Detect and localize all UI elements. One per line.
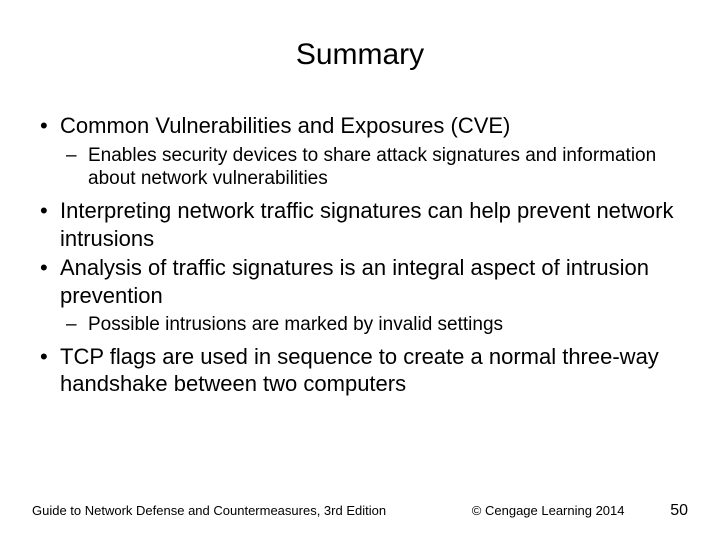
slide-title: Summary (0, 0, 720, 92)
bullet-text: Common Vulnerabilities and Exposures (CV… (60, 113, 510, 138)
slide: Summary Common Vulnerabilities and Expos… (0, 0, 720, 540)
list-item: Interpreting network traffic signatures … (32, 197, 688, 252)
page-number: 50 (670, 502, 688, 520)
list-item: Possible intrusions are marked by invali… (60, 313, 688, 337)
bullet-text: TCP flags are used in sequence to create… (60, 344, 659, 397)
list-item: Enables security devices to share attack… (60, 144, 688, 192)
slide-content: Common Vulnerabilities and Exposures (CV… (0, 92, 720, 398)
bullet-text: Interpreting network traffic signatures … (60, 198, 673, 251)
slide-footer: Guide to Network Defense and Countermeas… (0, 502, 720, 520)
list-item: TCP flags are used in sequence to create… (32, 343, 688, 398)
list-item: Analysis of traffic signatures is an int… (32, 254, 688, 337)
bullet-text: Possible intrusions are marked by invali… (88, 314, 503, 335)
footer-copyright: © Cengage Learning 2014 (472, 503, 625, 518)
bullet-list: Common Vulnerabilities and Exposures (CV… (32, 112, 688, 398)
footer-source: Guide to Network Defense and Countermeas… (32, 503, 386, 518)
list-item: Common Vulnerabilities and Exposures (CV… (32, 112, 688, 191)
sub-bullet-list: Enables security devices to share attack… (60, 144, 688, 192)
bullet-text: Analysis of traffic signatures is an int… (60, 255, 649, 308)
sub-bullet-list: Possible intrusions are marked by invali… (60, 313, 688, 337)
bullet-text: Enables security devices to share attack… (88, 145, 656, 190)
